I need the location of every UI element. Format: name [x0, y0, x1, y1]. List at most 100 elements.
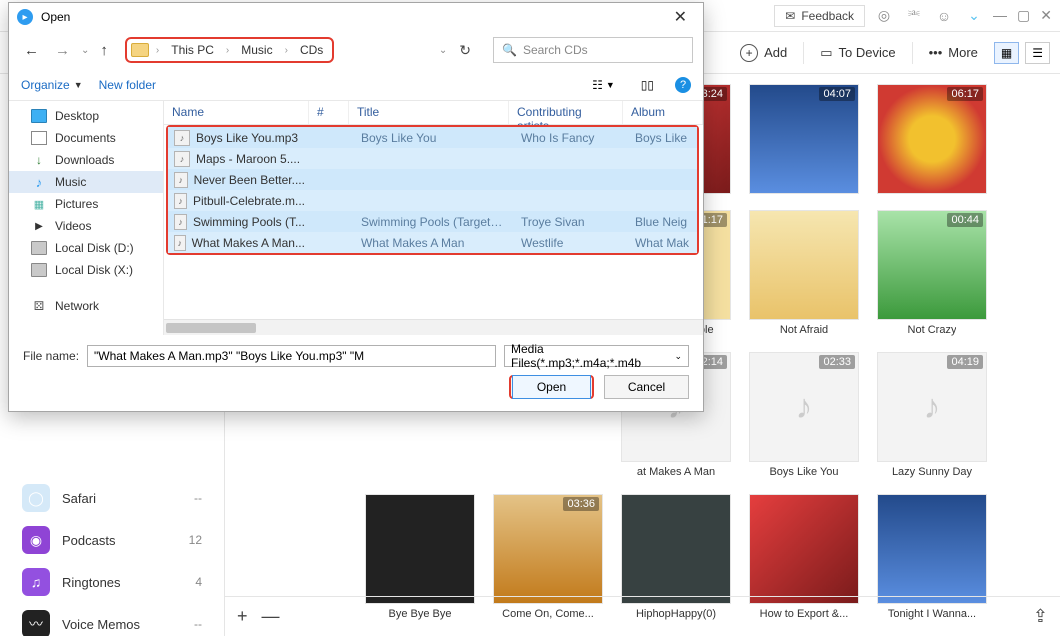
- audio-file-icon: [174, 172, 188, 188]
- file-name-input[interactable]: [87, 345, 496, 367]
- tree-item-music[interactable]: Music: [9, 171, 163, 193]
- album-cover: [749, 494, 859, 604]
- sidebar-badge: 12: [189, 533, 202, 547]
- folder-tree: DesktopDocumentsDownloadsMusicPicturesVi…: [9, 101, 164, 335]
- album-tile[interactable]: 00:44Not Crazy: [877, 210, 987, 336]
- audio-file-icon: [174, 130, 190, 146]
- video-icon: [31, 219, 47, 233]
- file-row[interactable]: Maps - Maroon 5....: [168, 148, 697, 169]
- nav-up-button[interactable]: ↑: [95, 39, 113, 62]
- more-icon: •••: [929, 45, 943, 60]
- new-folder-button[interactable]: New folder: [99, 78, 156, 92]
- add-label: Add: [764, 45, 787, 60]
- list-view-button[interactable]: ☰: [1025, 42, 1050, 64]
- share-icon[interactable]: ⇪: [1033, 606, 1048, 627]
- open-button-highlighted[interactable]: Open: [509, 375, 594, 399]
- album-cover: [621, 494, 731, 604]
- sidebar-item-podcasts[interactable]: ◉Podcasts12: [0, 519, 224, 561]
- file-name: Maps - Maroon 5....: [196, 152, 300, 166]
- album-tile[interactable]: 04:07: [749, 84, 859, 194]
- dialog-close-button[interactable]: ✕: [666, 5, 695, 29]
- tree-label: Network: [55, 299, 99, 313]
- add-button[interactable]: +Add: [734, 39, 793, 67]
- search-input[interactable]: 🔍 Search CDs: [493, 37, 693, 63]
- breadcrumb-highlighted[interactable]: › This PC › Music › CDs: [125, 37, 334, 63]
- col-title[interactable]: Title: [349, 101, 509, 124]
- shirt-icon[interactable]: ⎃: [903, 5, 925, 27]
- file-row[interactable]: Boys Like You.mp3Boys Like YouWho Is Fan…: [168, 127, 697, 148]
- organize-button[interactable]: Organize ▼: [21, 78, 83, 92]
- close-icon[interactable]: ✕: [1040, 7, 1052, 24]
- tree-label: Local Disk (D:): [55, 241, 134, 255]
- file-name-label: File name:: [23, 349, 79, 363]
- sidebar-badge: --: [194, 617, 202, 631]
- cancel-button[interactable]: Cancel: [604, 375, 689, 399]
- sidebar-badge: --: [194, 491, 202, 505]
- tree-item-downloads[interactable]: Downloads: [9, 149, 163, 171]
- horizontal-scrollbar[interactable]: [164, 319, 703, 335]
- user-icon[interactable]: ☺: [933, 5, 955, 27]
- tree-item-documents[interactable]: Documents: [9, 127, 163, 149]
- minimize-icon[interactable]: —: [993, 7, 1007, 24]
- album-tile[interactable]: 02:33♪ Boys Like You: [749, 352, 859, 478]
- help-button[interactable]: ?: [675, 77, 691, 93]
- content-bottom-bar: + — ⇪: [225, 596, 1060, 636]
- tree-item-local-disk-x-[interactable]: Local Disk (X:): [9, 259, 163, 281]
- file-row[interactable]: Never Been Better....: [168, 169, 697, 190]
- file-row[interactable]: What Makes A Man...What Makes A ManWestl…: [168, 232, 697, 253]
- sidebar-item-safari[interactable]: ◯Safari--: [0, 477, 224, 519]
- album-tile[interactable]: 04:19♪Lazy Sunny Day: [877, 352, 987, 478]
- grid-view-button[interactable]: ▦: [994, 42, 1019, 64]
- album-cover: [877, 494, 987, 604]
- dialog-titlebar: ▸ Open ✕: [9, 3, 703, 31]
- file-row[interactable]: Pitbull-Celebrate.m...: [168, 190, 697, 211]
- album-tile[interactable]: Not Afraid: [749, 210, 859, 336]
- sidebar-item-label: Podcasts: [62, 533, 115, 548]
- crumb[interactable]: This PC: [166, 41, 219, 59]
- file-type-filter[interactable]: Media Files(*.mp3;*.m4a;*.m4b⌄: [504, 345, 689, 367]
- col-album[interactable]: Album: [623, 101, 703, 124]
- duration-badge: 04:19: [947, 355, 983, 369]
- dropdown-icon[interactable]: ⌄: [963, 5, 985, 27]
- sidebar-item-label: Voice Memos: [62, 617, 140, 632]
- maximize-icon[interactable]: ▢: [1017, 7, 1030, 24]
- album-title: Lazy Sunny Day: [892, 466, 972, 478]
- feedback-button[interactable]: ✉ Feedback: [774, 5, 865, 27]
- album-cover: 02:33♪: [749, 352, 859, 462]
- col-artist[interactable]: Contributing artists: [509, 101, 623, 124]
- to-device-button[interactable]: ▭To Device: [814, 39, 901, 67]
- duration-badge: 06:17: [947, 87, 983, 101]
- col-name[interactable]: Name: [164, 101, 309, 124]
- more-label: More: [948, 45, 978, 60]
- tree-item-local-disk-d-[interactable]: Local Disk (D:): [9, 237, 163, 259]
- preview-pane-button[interactable]: ▯▯: [636, 75, 659, 95]
- tree-item-network[interactable]: Network: [9, 295, 163, 317]
- crumb[interactable]: CDs: [295, 41, 328, 59]
- remove-icon[interactable]: —: [262, 606, 280, 627]
- view-mode-button[interactable]: ☷▼: [587, 75, 620, 95]
- album-cover: 00:44: [877, 210, 987, 320]
- sidebar-item-voicememos[interactable]: 〰Voice Memos--: [0, 603, 224, 636]
- disk-icon: [31, 263, 47, 277]
- col-num[interactable]: #: [309, 101, 349, 124]
- nav-forward-button[interactable]: →: [50, 39, 75, 62]
- nav-history-dropdown[interactable]: ⌄: [81, 45, 89, 56]
- tree-item-desktop[interactable]: Desktop: [9, 105, 163, 127]
- file-row[interactable]: Swimming Pools (T...Swimming Pools (Targ…: [168, 211, 697, 232]
- down-icon: [31, 153, 47, 167]
- crumb[interactable]: Music: [236, 41, 277, 59]
- file-list: Name # Title Contributing artists Album …: [164, 101, 703, 335]
- album-tile[interactable]: 06:17: [877, 84, 987, 194]
- tree-item-pictures[interactable]: Pictures: [9, 193, 163, 215]
- address-dropdown[interactable]: ⌄: [439, 45, 447, 56]
- sidebar-item-ringtones[interactable]: ♫Ringtones4: [0, 561, 224, 603]
- refresh-button[interactable]: ↻: [453, 39, 477, 62]
- sync-icon[interactable]: ◎: [873, 5, 895, 27]
- more-button[interactable]: ••• More: [923, 39, 984, 67]
- tree-item-videos[interactable]: Videos: [9, 215, 163, 237]
- duration-badge: 00:44: [947, 213, 983, 227]
- nav-back-button[interactable]: ←: [19, 39, 44, 62]
- add-icon[interactable]: +: [237, 606, 248, 627]
- mail-icon: ✉: [785, 9, 795, 23]
- album-title: Boys Like You: [769, 466, 838, 478]
